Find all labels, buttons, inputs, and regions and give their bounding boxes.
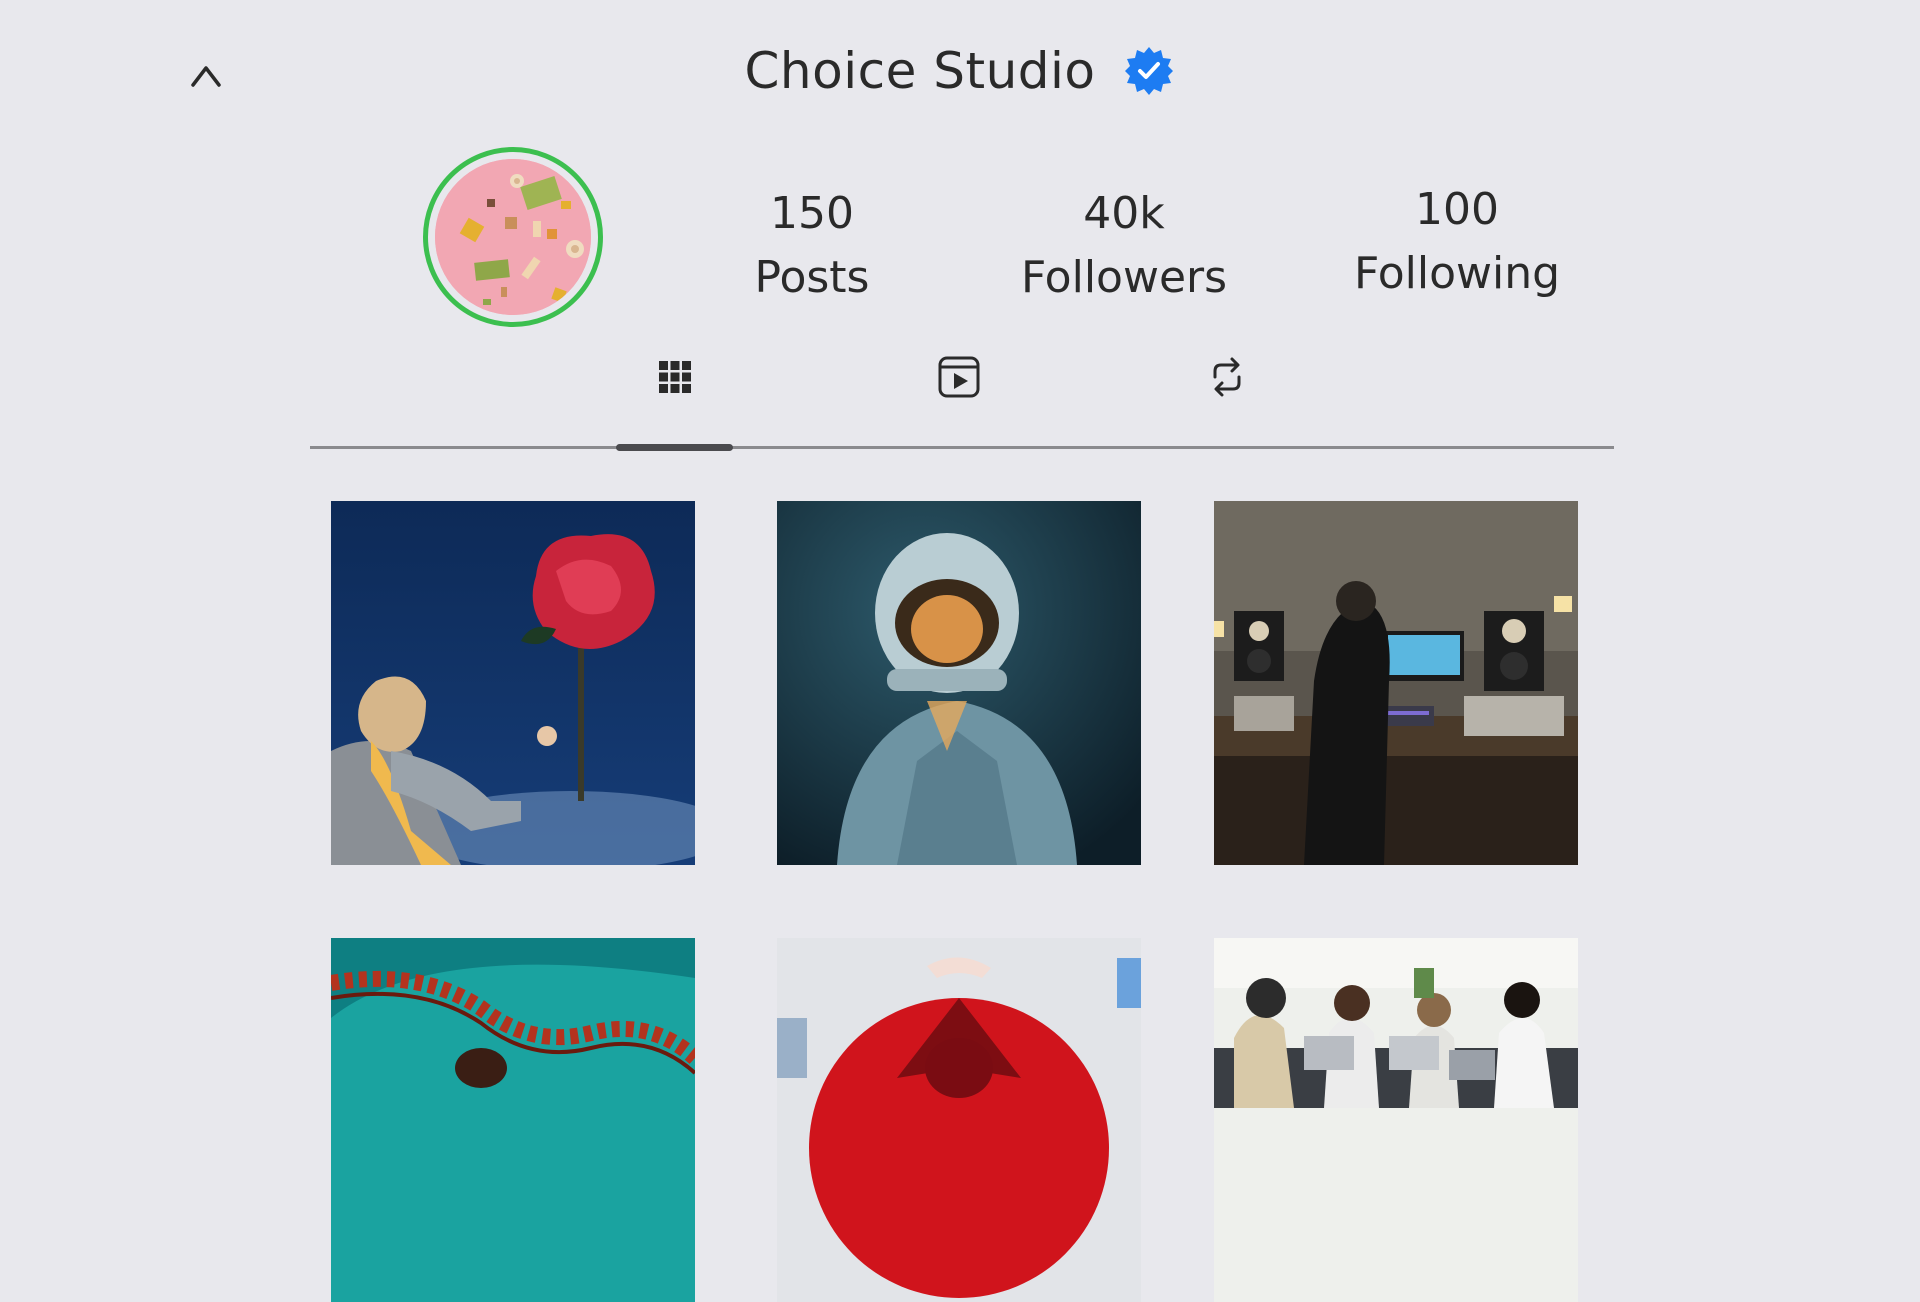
posts-label: Posts [754, 252, 870, 303]
stat-followers[interactable]: 40k Followers [994, 182, 1254, 310]
post-pool-swimmer[interactable] [331, 938, 695, 1302]
post-team-meeting[interactable] [1214, 938, 1578, 1302]
avatar-story-ring[interactable] [423, 147, 603, 327]
followers-label: Followers [1020, 252, 1228, 303]
tab-divider [310, 446, 1614, 449]
repost-icon [1213, 357, 1241, 397]
post-rose-girl[interactable] [331, 501, 695, 865]
tab-reposts[interactable] [1197, 352, 1257, 402]
profile-header: Choice Studio [0, 42, 1920, 100]
post-studio-producer[interactable] [1214, 501, 1578, 865]
tab-reels[interactable] [929, 352, 989, 402]
stat-following[interactable]: 100 Following [1327, 178, 1587, 306]
grid-icon [659, 361, 691, 393]
avatar [435, 159, 591, 315]
reels-icon [938, 356, 980, 398]
profile-name: Choice Studio [744, 42, 1096, 100]
following-label: Following [1353, 248, 1561, 299]
following-count: 100 [1415, 184, 1499, 235]
post-red-umbrella[interactable] [777, 938, 1141, 1302]
post-astronaut[interactable] [777, 501, 1141, 865]
stat-posts[interactable]: 150 Posts [682, 182, 942, 310]
verified-badge-icon [1125, 47, 1174, 95]
posts-count: 150 [770, 188, 854, 239]
tab-posts-grid[interactable] [645, 352, 705, 402]
followers-count: 40k [1083, 188, 1165, 239]
active-tab-indicator [616, 444, 733, 451]
